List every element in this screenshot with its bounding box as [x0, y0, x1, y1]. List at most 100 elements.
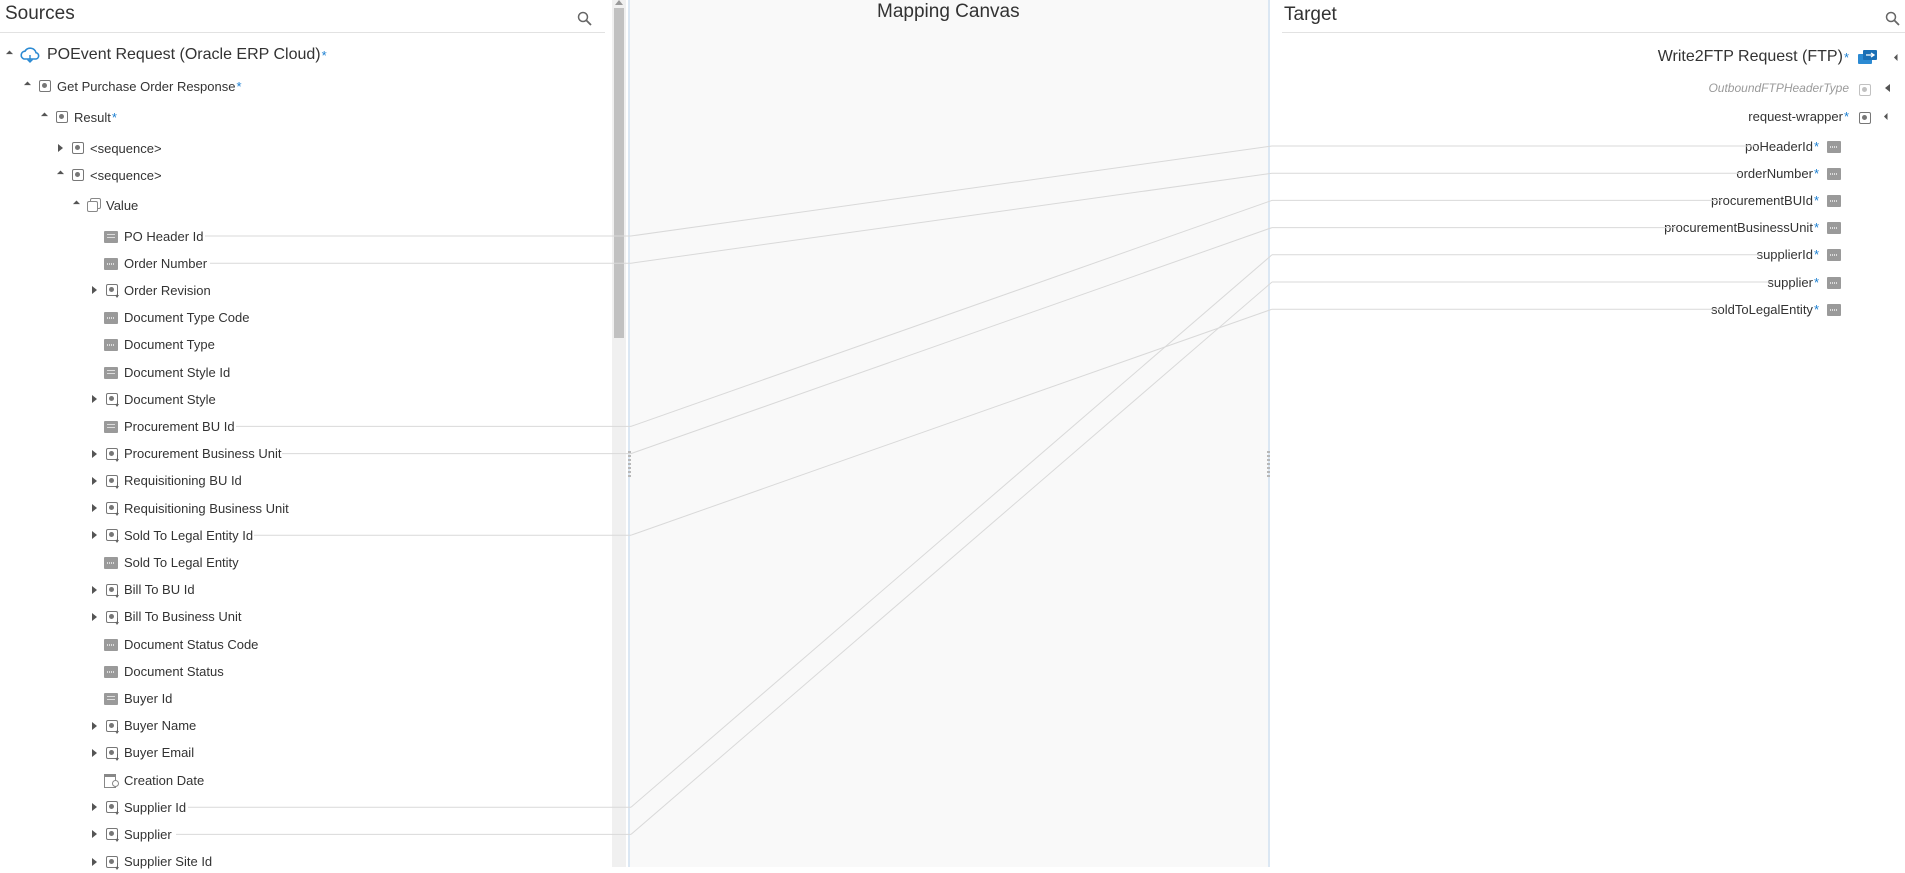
required-marker: * [236, 78, 242, 94]
tree-node-label: Result [74, 109, 111, 125]
tree-node-label: Value [106, 197, 139, 213]
mapping-canvas[interactable]: Mapping Canvas [628, 0, 1270, 867]
source-field-row[interactable]: Buyer Id [88, 687, 172, 709]
source-field-row[interactable]: Bill To Business Unit [88, 606, 242, 628]
source-field-row[interactable]: PO Header Id [88, 225, 204, 247]
tree-node-sequence-1[interactable]: <sequence> [54, 137, 162, 159]
source-field-row[interactable]: Sold To Legal Entity Id [88, 524, 253, 546]
tree-node-get-purchase-order-response[interactable]: Get Purchase Order Response * [21, 75, 242, 97]
source-field-row[interactable]: Document Style Id [88, 361, 230, 383]
required-marker: * [1813, 274, 1819, 290]
target-header-divider [1282, 32, 1905, 33]
scroll-up-arrow-icon[interactable] [615, 0, 623, 5]
source-field-row[interactable]: Creation Date [88, 769, 204, 791]
tree-node-sequence-2[interactable]: <sequence> [54, 164, 162, 186]
source-field-row[interactable]: Sold To Legal Entity [88, 551, 239, 573]
source-field-row[interactable]: Order Number [88, 252, 207, 274]
target-panel: Target Write2FTP Request (FTP) * Outbound… [1270, 0, 1905, 867]
tree-node-result[interactable]: Result * [38, 106, 117, 128]
expand-toggle-icon[interactable] [88, 828, 100, 840]
expand-toggle-icon[interactable] [54, 142, 66, 154]
target-field-row[interactable]: procurementBUId * [1711, 189, 1847, 211]
required-marker: * [1843, 108, 1849, 124]
expand-toggle-icon[interactable] [88, 856, 100, 868]
sources-title: Sources [5, 3, 75, 24]
expand-toggle-icon[interactable] [88, 801, 100, 813]
source-field-row[interactable]: Bill To BU Id [88, 579, 195, 601]
string-field-icon [1827, 249, 1841, 262]
complex-element-icon [104, 799, 120, 816]
complex-element-icon [104, 854, 120, 870]
target-node-request-wrapper[interactable]: request-wrapper * [1748, 105, 1893, 127]
source-field-row[interactable]: Supplier Id [88, 796, 186, 818]
expand-toggle-icon[interactable] [88, 584, 100, 596]
source-field-label: Buyer Email [124, 745, 195, 761]
expand-toggle-icon[interactable] [88, 284, 100, 296]
search-icon[interactable] [576, 10, 594, 28]
complex-element-icon [1857, 82, 1871, 96]
source-field-row[interactable]: Requisitioning Business Unit [88, 497, 289, 519]
source-field-row[interactable]: Document Status Code [88, 633, 258, 655]
sources-scrollbar-thumb[interactable] [614, 8, 624, 338]
expand-toggle-icon[interactable] [88, 747, 100, 759]
target-root-write2ftp[interactable]: Write2FTP Request (FTP) * [1658, 46, 1903, 68]
expand-toggle-icon[interactable] [88, 502, 100, 514]
source-field-label: Document Style Id [124, 364, 231, 380]
source-field-row[interactable]: Buyer Name [88, 715, 196, 737]
source-field-row[interactable]: Order Revision [88, 279, 211, 301]
ftp-adapter-icon [1858, 50, 1877, 64]
source-field-label: Buyer Name [124, 718, 197, 734]
collapse-toggle-icon[interactable] [1891, 51, 1903, 63]
source-field-row[interactable]: Supplier [88, 823, 172, 845]
source-field-row[interactable]: Buyer Email [88, 742, 194, 764]
target-field-row[interactable]: supplierId * [1757, 244, 1847, 266]
expand-toggle-icon[interactable] [88, 611, 100, 623]
required-marker: * [1813, 220, 1819, 236]
source-field-label: Supplier Id [124, 799, 187, 815]
collapse-toggle-icon[interactable] [3, 49, 15, 61]
expand-toggle-icon[interactable] [1881, 82, 1893, 94]
string-field-icon [104, 638, 118, 651]
complex-element-icon [104, 446, 120, 462]
target-field-row[interactable]: soldToLegalEntity * [1711, 298, 1847, 320]
target-field-row[interactable]: orderNumber * [1736, 162, 1847, 184]
required-marker: * [111, 109, 117, 125]
collapse-toggle-icon[interactable] [54, 169, 66, 181]
expand-toggle-icon[interactable] [88, 720, 100, 732]
expand-toggle-icon[interactable] [88, 393, 100, 405]
source-field-row[interactable]: Requisitioning BU Id [88, 470, 242, 492]
target-field-row[interactable]: procurementBusinessUnit * [1664, 217, 1847, 239]
collapse-toggle-icon[interactable] [21, 80, 33, 92]
required-marker: * [1813, 247, 1819, 263]
source-field-label: Procurement BU Id [124, 418, 235, 434]
collapse-toggle-icon[interactable] [70, 199, 82, 211]
target-field-label: procurementBUId [1711, 192, 1813, 208]
tree-node-value[interactable]: Value [70, 194, 138, 216]
source-field-row[interactable]: Procurement BU Id [88, 415, 235, 437]
expand-toggle-icon[interactable] [88, 529, 100, 541]
tree-root-poevent-request[interactable]: POEvent Request (Oracle ERP Cloud) * [3, 44, 327, 66]
target-field-row[interactable]: poHeaderId * [1745, 135, 1847, 157]
string-field-icon [104, 556, 118, 569]
search-icon[interactable] [1884, 10, 1902, 28]
source-field-row[interactable]: Document Style [88, 388, 216, 410]
string-field-icon [1827, 222, 1841, 235]
toggle-spacer [88, 556, 100, 568]
source-field-label: Procurement Business Unit [124, 446, 282, 462]
target-field-row[interactable]: supplier * [1767, 271, 1847, 293]
expand-toggle-icon[interactable] [88, 448, 100, 460]
source-field-row[interactable]: Document Type Code [88, 307, 250, 329]
collapse-toggle-icon[interactable] [1881, 110, 1893, 122]
source-field-row[interactable]: Supplier Site Id [88, 851, 212, 873]
source-field-row[interactable]: Procurement Business Unit [88, 443, 282, 465]
collapse-toggle-icon[interactable] [38, 111, 50, 123]
left-splitter-handle[interactable] [628, 451, 631, 477]
number-field-icon [104, 366, 118, 379]
source-field-row[interactable]: Document Status [88, 660, 224, 682]
target-node-outbound-ftp-header-type[interactable]: OutboundFTPHeaderType [1708, 77, 1893, 99]
expand-toggle-icon[interactable] [88, 475, 100, 487]
complex-element-icon [70, 140, 86, 156]
complex-element-icon [104, 527, 120, 544]
required-marker: * [1813, 301, 1819, 317]
source-field-row[interactable]: Document Type [88, 334, 215, 356]
